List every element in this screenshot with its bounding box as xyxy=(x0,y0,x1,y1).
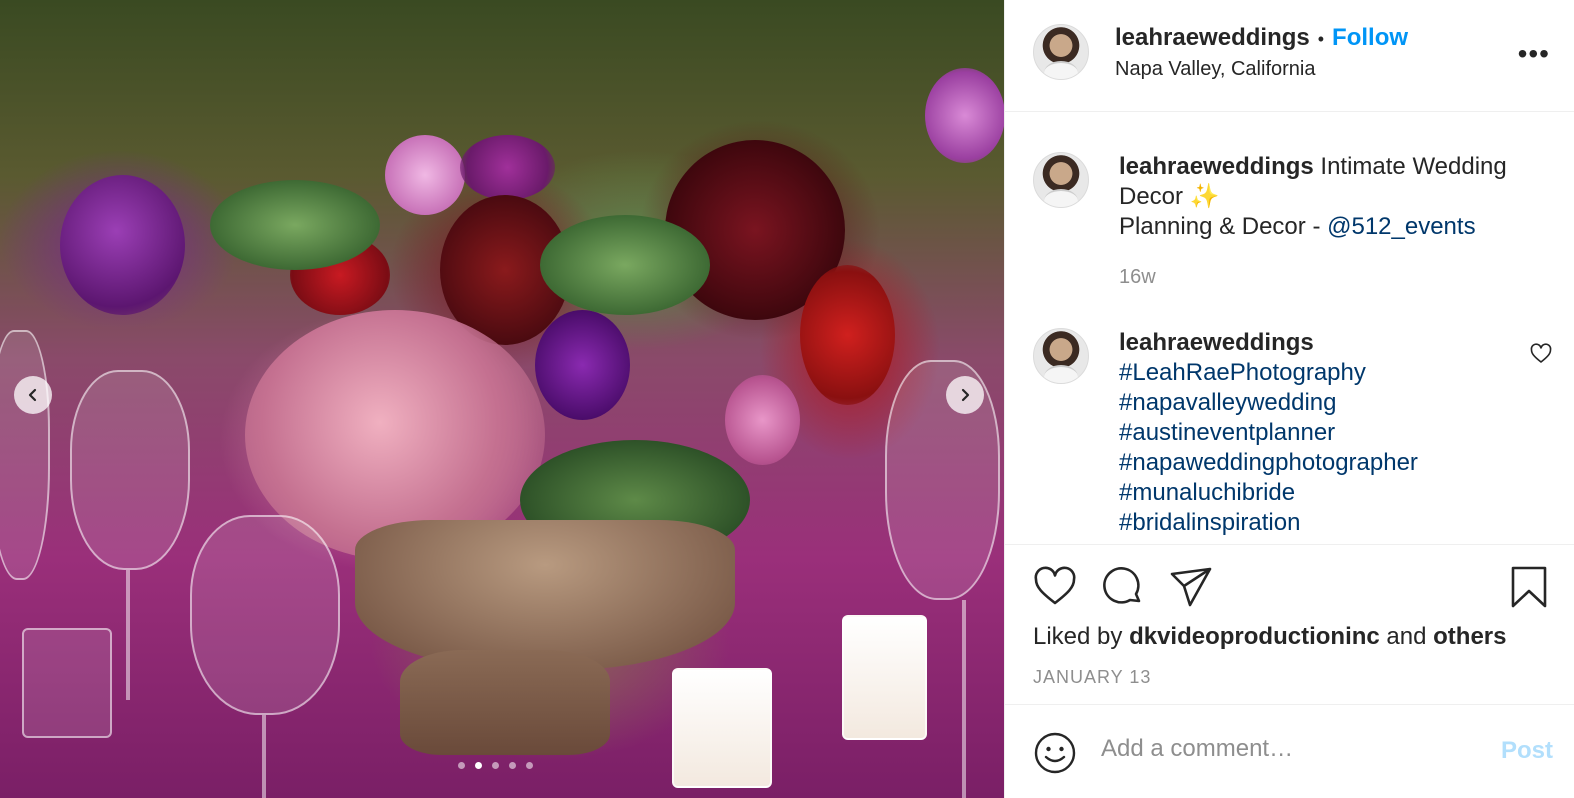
likes-summary: Liked by dkvideoproductioninc and others xyxy=(1033,623,1507,651)
glass-stem xyxy=(126,570,130,700)
carousel-dot xyxy=(526,762,533,769)
carousel-dot-active xyxy=(475,762,482,769)
leaf-cluster-2 xyxy=(210,180,380,270)
carousel-indicator xyxy=(458,762,533,769)
flower-celosia xyxy=(800,265,895,405)
avatar[interactable] xyxy=(1033,24,1089,80)
leaf-cluster xyxy=(540,215,710,315)
stone-urn xyxy=(355,520,735,670)
comment-input[interactable] xyxy=(1101,735,1461,763)
caption-username[interactable]: leahraeweddings xyxy=(1119,153,1314,180)
post-date[interactable]: JANUARY 13 xyxy=(1033,667,1151,688)
urn-base xyxy=(400,650,610,755)
caption-timestamp[interactable]: 16w xyxy=(1119,266,1549,289)
comments-section: leahraeweddings Intimate Wedding Decor ✨… xyxy=(1005,112,1574,544)
avatar[interactable] xyxy=(1033,328,1089,384)
add-comment-bar: Post xyxy=(1005,704,1574,798)
liked-user-link[interactable]: dkvideoproductioninc xyxy=(1129,623,1380,650)
like-heart-icon[interactable] xyxy=(1033,565,1077,609)
flower-lisianthus xyxy=(535,310,630,420)
share-paper-plane-icon[interactable] xyxy=(1169,565,1213,609)
caption-text: Intimate Wedding xyxy=(1320,153,1507,180)
post-details-panel: leahraeweddings • Follow Napa Valley, Ca… xyxy=(1004,0,1574,798)
caption-line-3: Planning & Decor - @512_events xyxy=(1119,212,1549,242)
flower-tulip-pink xyxy=(925,68,1004,163)
flower-carnation xyxy=(460,135,555,200)
hashtag-link[interactable]: #napaweddingphotographer xyxy=(1119,448,1519,478)
post-image[interactable] xyxy=(0,0,1004,798)
votive-candle xyxy=(672,668,772,788)
water-glass xyxy=(22,628,112,738)
header-username[interactable]: leahraeweddings xyxy=(1115,24,1310,52)
hashtag-link[interactable]: #munaluchibride xyxy=(1119,478,1519,508)
comment-bubble-icon[interactable] xyxy=(1101,565,1145,609)
wine-glass xyxy=(70,370,190,570)
mention-link[interactable]: @512_events xyxy=(1327,213,1475,240)
wine-glass xyxy=(0,330,50,580)
post-header: leahraeweddings • Follow Napa Valley, Ca… xyxy=(1005,0,1574,112)
liked-others-link[interactable]: others xyxy=(1433,623,1506,650)
flower-scabiosa-2 xyxy=(725,375,800,465)
glass-stem xyxy=(262,715,266,798)
votive-candle xyxy=(842,615,927,740)
carousel-dot xyxy=(509,762,516,769)
wine-glass xyxy=(190,515,340,715)
caption-line-2: Decor ✨ xyxy=(1119,183,1220,210)
post-actions: Liked by dkvideoproductioninc and others… xyxy=(1005,544,1574,704)
emoji-icon[interactable] xyxy=(1033,731,1077,775)
separator-dot: • xyxy=(1317,29,1325,49)
save-bookmark-icon[interactable] xyxy=(1509,565,1549,609)
liked-and: and xyxy=(1379,623,1434,650)
chevron-right-icon xyxy=(961,388,970,402)
more-options-icon[interactable]: ••• xyxy=(1518,40,1550,68)
caption-line-1: leahraeweddings Intimate Wedding xyxy=(1119,152,1549,182)
hashtag-link[interactable]: #austineventplanner xyxy=(1119,418,1519,448)
chevron-left-icon xyxy=(28,388,37,402)
carousel-dot xyxy=(492,762,499,769)
previous-image-button[interactable] xyxy=(14,376,52,414)
carousel-dot xyxy=(458,762,465,769)
glass-stem xyxy=(962,600,966,798)
flower-scabiosa xyxy=(385,135,465,215)
follow-button[interactable]: Follow xyxy=(1332,24,1408,52)
location-link[interactable]: Napa Valley, California xyxy=(1115,58,1315,81)
comment-username[interactable]: leahraeweddings xyxy=(1119,329,1314,356)
hashtag-link[interactable]: #napavalleywedding xyxy=(1119,388,1519,418)
avatar[interactable] xyxy=(1033,152,1089,208)
hashtag-link[interactable]: #LeahRaePhotography xyxy=(1119,358,1519,388)
comment-like-heart-icon[interactable] xyxy=(1529,342,1553,366)
post-comment-button[interactable]: Post xyxy=(1501,737,1553,765)
liked-prefix: Liked by xyxy=(1033,623,1130,650)
caption-planning-text: Planning & Decor - xyxy=(1119,213,1328,240)
hashtag-link[interactable]: #bridalinspiration xyxy=(1119,508,1519,538)
flower-tulip-purple xyxy=(60,175,185,315)
next-image-button[interactable] xyxy=(946,376,984,414)
